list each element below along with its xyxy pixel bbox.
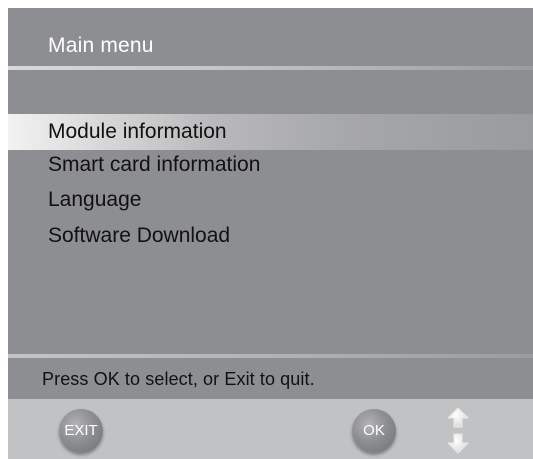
menu-item-language[interactable]: Language: [8, 182, 533, 218]
menu-item-module-information[interactable]: Module information: [8, 114, 533, 150]
title-bar: Main menu: [8, 8, 533, 66]
menu-item-software-download[interactable]: Software Download: [8, 218, 533, 253]
page-title: Main menu: [48, 34, 154, 57]
arrow-down-icon[interactable]: [440, 432, 476, 454]
hint-divider: [8, 354, 533, 358]
main-menu-screen: Main menu Module information Smart card …: [8, 8, 533, 459]
main-menu-list: Module information Smart card informatio…: [8, 114, 533, 253]
ok-button[interactable]: OK: [352, 409, 396, 453]
footer-bar: EXIT OK: [8, 399, 533, 459]
navigation-arrows: [440, 405, 476, 455]
arrow-up-icon[interactable]: [440, 407, 476, 429]
title-divider: [8, 66, 533, 70]
exit-button[interactable]: EXIT: [59, 409, 103, 453]
help-text: Press OK to select, or Exit to quit.: [42, 369, 315, 389]
menu-item-smart-card-information[interactable]: Smart card information: [8, 147, 533, 182]
